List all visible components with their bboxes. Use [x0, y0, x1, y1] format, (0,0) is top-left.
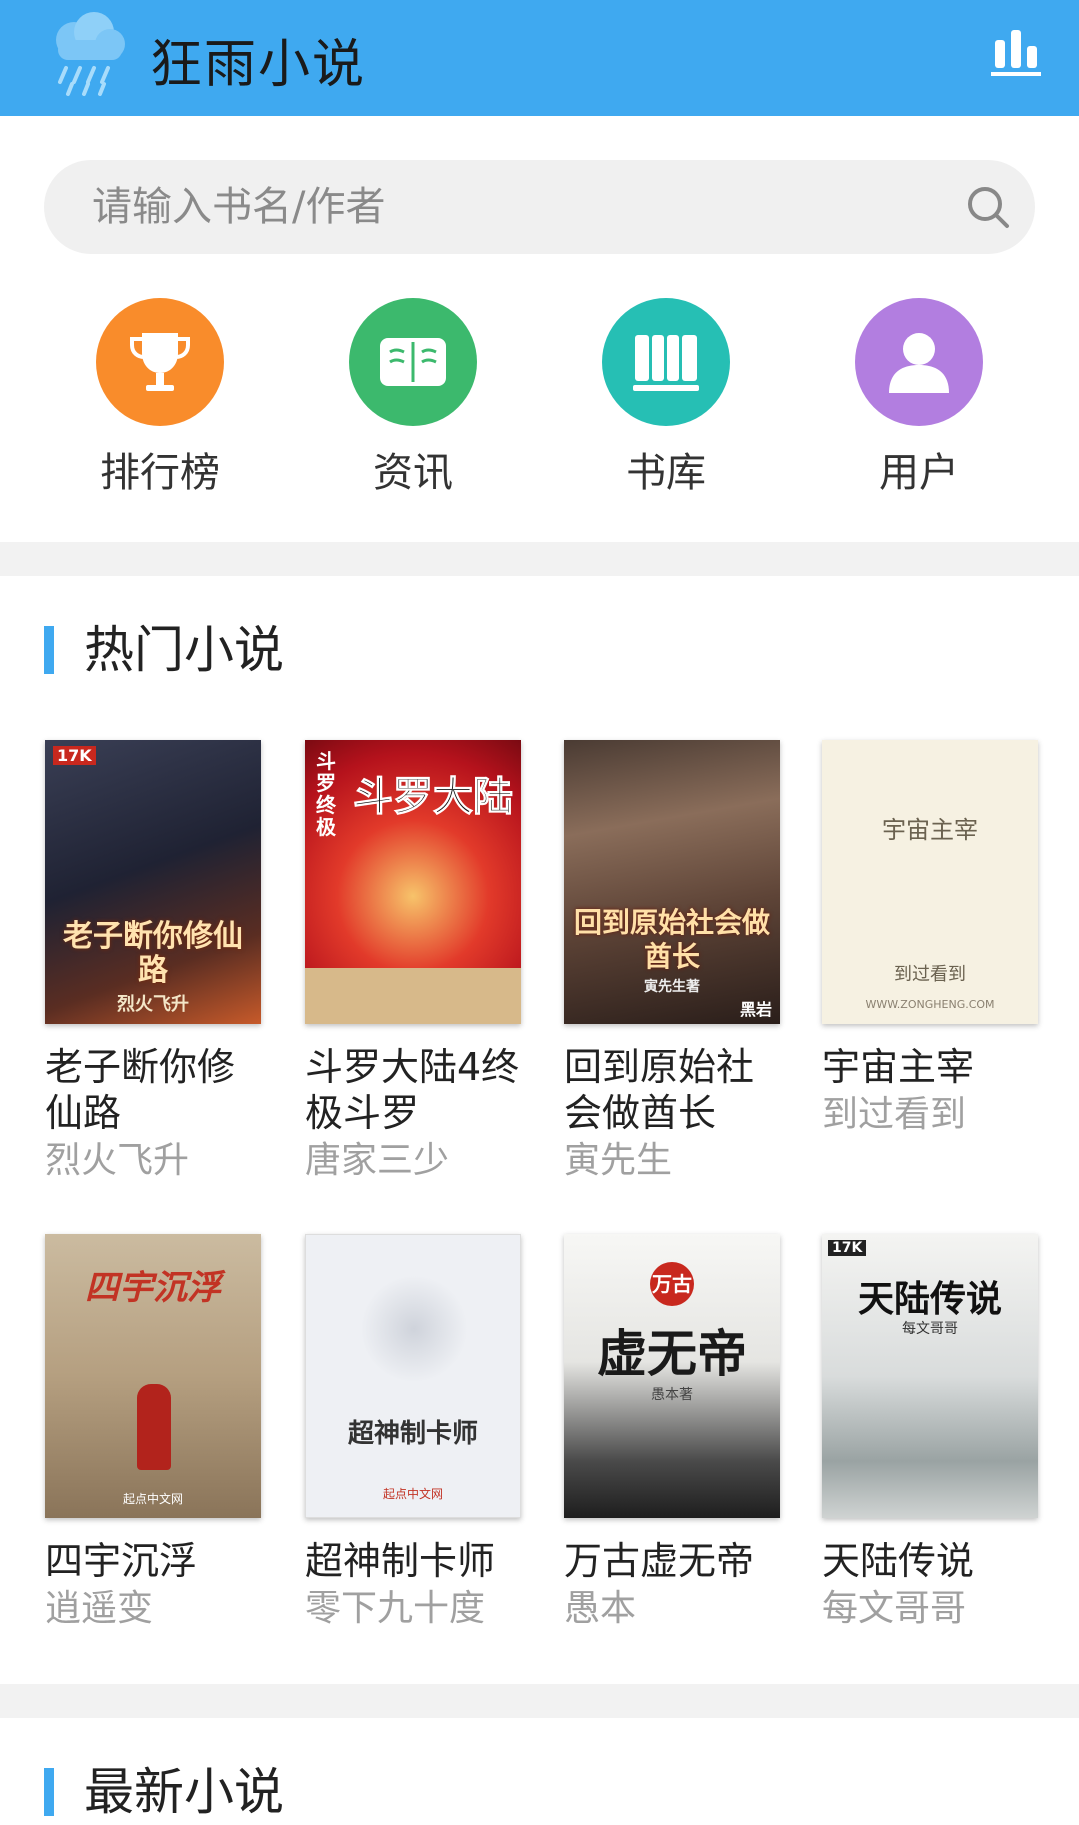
- nav-label-news: 资讯: [373, 450, 453, 496]
- cover-title: 虚无帝: [597, 1325, 747, 1383]
- cover-title: 天陆传说: [857, 1279, 1002, 1320]
- cover-emblem: [360, 1275, 468, 1383]
- section-divider: [0, 1684, 1079, 1718]
- search-icon[interactable]: [963, 182, 1013, 232]
- cover-badge: 17K: [828, 1240, 867, 1256]
- rain-cloud-logo-icon: [56, 12, 125, 96]
- cover-author: 到过看到: [894, 964, 966, 985]
- cover-badge: 17K: [53, 746, 96, 765]
- book-author: 到过看到: [822, 1094, 967, 1135]
- book-author: 愚本: [564, 1588, 637, 1629]
- book-cover[interactable]: 斗罗 终极 斗罗大陆: [305, 740, 521, 1024]
- search-bar[interactable]: [44, 160, 1035, 254]
- section-accent-bar: [44, 1768, 54, 1816]
- book-title[interactable]: 老子断你修仙路: [45, 1044, 261, 1136]
- book-author: 烈火飞升: [45, 1140, 190, 1181]
- book-card[interactable]: 超神制卡师 起点中文网 超神制卡师 零下九十度: [305, 1234, 521, 1632]
- nav-item-ranking[interactable]: 排行榜: [60, 298, 260, 496]
- user-icon: [855, 298, 983, 426]
- book-cover[interactable]: 17K 天陆传说 每文哥哥: [822, 1234, 1038, 1518]
- book-card[interactable]: 回到原始社会做酋长 寅先生著 黑岩 回到原始社会做酋长 寅先生: [564, 740, 780, 1184]
- cover-author: 寅先生著: [644, 979, 700, 995]
- book-author: 零下九十度: [305, 1588, 486, 1629]
- book-card[interactable]: 斗罗 终极 斗罗大陆 斗罗大陆4终极斗罗 唐家三少: [305, 740, 521, 1184]
- cover-author: 每文哥哥: [902, 1321, 958, 1337]
- cover-subtitle: 万古: [650, 1262, 694, 1306]
- book-card[interactable]: 万古 虚无帝 愚本著 万古虚无帝 愚本: [564, 1234, 780, 1632]
- search-input[interactable]: [92, 160, 912, 254]
- cover-title: 四宇沉浮: [85, 1268, 221, 1308]
- book-cover[interactable]: 四宇沉浮 起点中文网: [45, 1234, 261, 1518]
- book-title[interactable]: 天陆传说: [822, 1538, 1038, 1584]
- book-cover[interactable]: 万古 虚无帝 愚本著: [564, 1234, 780, 1518]
- nav-item-user[interactable]: 用户: [819, 298, 1019, 496]
- book-author: 寅先生: [564, 1140, 673, 1181]
- bookshelf-icon: [602, 298, 730, 426]
- section-title-hot: 热门小说: [44, 620, 284, 680]
- section-title-text: 最新小说: [84, 1763, 284, 1821]
- book-author: 每文哥哥: [822, 1588, 967, 1629]
- cover-title: 回到原始社会做酋长: [573, 906, 770, 973]
- nav-item-news[interactable]: 资讯: [313, 298, 513, 496]
- nav-label-user: 用户: [879, 450, 959, 496]
- book-cover[interactable]: 回到原始社会做酋长 寅先生著 黑岩: [564, 740, 780, 1024]
- ranking-chart-icon[interactable]: [991, 26, 1041, 80]
- book-cover[interactable]: 17K 老子断你修仙路 烈火飞升: [45, 740, 261, 1024]
- section-title-text: 热门小说: [84, 621, 284, 679]
- book-title[interactable]: 回到原始社会做酋长: [564, 1044, 780, 1136]
- book-author: 唐家三少: [305, 1140, 450, 1181]
- cover-figure: [137, 1384, 171, 1470]
- category-nav: 排行榜 资讯 书库 用户: [0, 298, 1079, 496]
- book-card[interactable]: 四宇沉浮 起点中文网 四宇沉浮 逍遥变: [45, 1234, 261, 1632]
- nav-item-library[interactable]: 书库: [566, 298, 766, 496]
- cover-author: 烈火飞升: [117, 994, 189, 1015]
- book-title[interactable]: 超神制卡师: [305, 1538, 521, 1584]
- book-cover[interactable]: 超神制卡师 起点中文网: [305, 1234, 521, 1518]
- cover-publisher: 黑岩: [739, 1000, 772, 1019]
- cover-publisher: 起点中文网: [382, 1487, 443, 1501]
- cover-title: 超神制卡师: [347, 1419, 478, 1449]
- section-title-latest: 最新小说: [44, 1762, 284, 1822]
- section-divider: [0, 542, 1079, 576]
- cover-footer-band: [305, 968, 521, 1024]
- book-author: 逍遥变: [45, 1588, 154, 1629]
- app-title: 狂雨小说: [150, 35, 367, 95]
- book-title[interactable]: 四宇沉浮: [45, 1538, 261, 1584]
- section-accent-bar: [44, 626, 54, 674]
- book-card[interactable]: 17K 老子断你修仙路 烈火飞升 老子断你修仙路 烈火飞升: [45, 740, 261, 1184]
- app-header: 狂雨小说: [0, 0, 1079, 116]
- book-card[interactable]: 17K 天陆传说 每文哥哥 天陆传说 每文哥哥: [822, 1234, 1038, 1632]
- nav-label-ranking: 排行榜: [100, 450, 220, 496]
- cover-title: 老子断你修仙路: [63, 919, 243, 988]
- cover-author: 愚本著: [651, 1387, 693, 1403]
- cover-publisher: WWW.ZONGHENG.COM: [865, 998, 995, 1011]
- cover-subtitle: 斗罗 终极: [316, 749, 336, 839]
- book-open-icon: [349, 298, 477, 426]
- book-title[interactable]: 万古虚无帝: [564, 1538, 780, 1584]
- cover-title: 斗罗大陆: [353, 774, 514, 821]
- book-title[interactable]: 宇宙主宰: [822, 1044, 1038, 1090]
- book-title[interactable]: 斗罗大陆4终极斗罗: [305, 1044, 521, 1136]
- nav-label-library: 书库: [626, 450, 706, 496]
- cover-publisher: 起点中文网: [122, 1492, 183, 1506]
- cover-title: 宇宙主宰: [882, 816, 978, 844]
- book-card[interactable]: 宇宙主宰 到过看到 WWW.ZONGHENG.COM 宇宙主宰 到过看到: [822, 740, 1038, 1138]
- book-cover[interactable]: 宇宙主宰 到过看到 WWW.ZONGHENG.COM: [822, 740, 1038, 1024]
- trophy-icon: [96, 298, 224, 426]
